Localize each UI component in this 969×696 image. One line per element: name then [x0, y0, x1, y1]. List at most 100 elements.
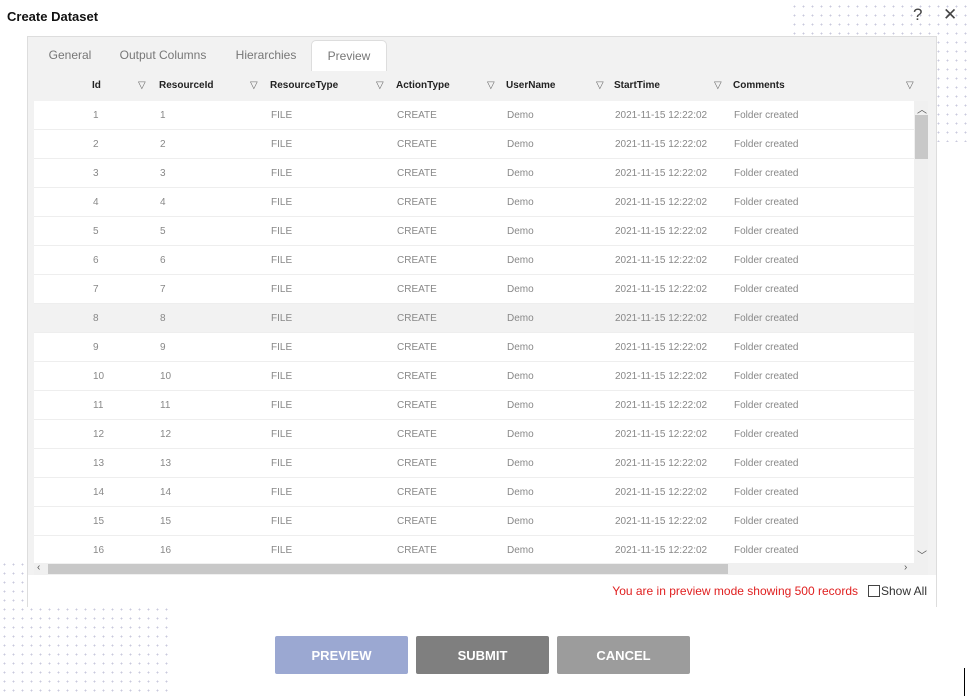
cursor-line: [964, 668, 965, 696]
filter-icon[interactable]: ▽: [596, 80, 604, 91]
table-row[interactable]: 14 14 FILE CREATE Demo 2021-11-15 12:22:02 Fol…: [34, 478, 914, 507]
cell-resourcetype: FILE: [271, 255, 293, 266]
table-row[interactable]: 2 2 FILE CREATE Demo 2021-11-15 12:22:02 Folde…: [34, 130, 914, 159]
filter-icon[interactable]: ▽: [906, 80, 914, 91]
cell-username: Demo: [507, 429, 534, 440]
cell-actiontype: CREATE: [397, 458, 437, 469]
table-row[interactable]: 10 10 FILE CREATE Demo 2021-11-15 12:22:02 Fol…: [34, 362, 914, 391]
show-all-checkbox[interactable]: [868, 585, 880, 597]
scroll-left-icon[interactable]: ‹: [37, 562, 40, 573]
cell-id: 11: [93, 400, 104, 411]
cell-username: Demo: [507, 342, 534, 353]
cell-resourcetype: FILE: [271, 487, 293, 498]
table-row[interactable]: 12 12 FILE CREATE Demo 2021-11-15 12:22:02 Fol…: [34, 420, 914, 449]
column-header-resourceid[interactable]: ResourceId: [159, 80, 213, 91]
filter-icon[interactable]: ▽: [487, 80, 495, 91]
cell-id: 5: [93, 226, 99, 237]
cell-comments: Folder created: [734, 516, 799, 527]
column-header-username[interactable]: UserName: [506, 80, 555, 91]
scroll-right-icon[interactable]: ›: [904, 562, 907, 573]
cell-id: 3: [93, 168, 99, 179]
cell-actiontype: CREATE: [397, 168, 437, 179]
filter-icon[interactable]: ▽: [714, 80, 722, 91]
grid-header: Id ▽ ResourceId ▽ ResourceType ▽ ActionType ▽ Us…: [34, 71, 928, 101]
table-row[interactable]: 16 16 FILE CREATE Demo 2021-11-15 12:22:02 Fol…: [34, 536, 914, 565]
show-all-label[interactable]: Show All: [881, 584, 927, 598]
cell-resourceid: 8: [160, 313, 166, 324]
cell-comments: Folder created: [734, 255, 799, 266]
cell-actiontype: CREATE: [397, 110, 437, 121]
cell-resourcetype: FILE: [271, 110, 293, 121]
submit-button[interactable]: SUBMIT: [416, 636, 549, 674]
cell-id: 14: [93, 487, 105, 498]
scroll-down-icon[interactable]: ﹀: [917, 547, 927, 562]
tab-preview[interactable]: Preview: [311, 40, 387, 72]
column-header-resourcetype[interactable]: ResourceType: [270, 80, 338, 91]
cell-actiontype: CREATE: [397, 313, 437, 324]
cell-actiontype: CREATE: [397, 139, 437, 150]
vertical-scroll-thumb[interactable]: [915, 115, 928, 159]
tab-output-columns[interactable]: Output Columns: [118, 40, 208, 72]
cell-starttime: 2021-11-15 12:22:02: [615, 313, 708, 324]
cell-id: 4: [93, 197, 99, 208]
cell-comments: Folder created: [734, 110, 799, 121]
table-row[interactable]: 7 7 FILE CREATE Demo 2021-11-15 12:22:02 Folde…: [34, 275, 914, 304]
tab-hierarchies[interactable]: Hierarchies: [228, 40, 304, 72]
table-row[interactable]: 15 15 FILE CREATE Demo 2021-11-15 12:22:02 Fol…: [34, 507, 914, 536]
filter-icon[interactable]: ▽: [376, 80, 384, 91]
cell-comments: Folder created: [734, 197, 799, 208]
filter-icon[interactable]: ▽: [138, 80, 146, 91]
cell-resourcetype: FILE: [271, 371, 293, 382]
table-row[interactable]: 9 9 FILE CREATE Demo 2021-11-15 12:22:02 Folde…: [34, 333, 914, 362]
cell-starttime: 2021-11-15 12:22:02: [615, 371, 708, 382]
cell-actiontype: CREATE: [397, 429, 437, 440]
cell-id: 10: [93, 371, 105, 382]
column-header-actiontype[interactable]: ActionType: [396, 80, 450, 91]
table-row[interactable]: 4 4 FILE CREATE Demo 2021-11-15 12:22:02 Folde…: [34, 188, 914, 217]
column-header-id[interactable]: Id: [92, 80, 101, 91]
cell-resourcetype: FILE: [271, 400, 293, 411]
cell-resourcetype: FILE: [271, 168, 293, 179]
horizontal-scroll-thumb[interactable]: [48, 564, 728, 574]
cell-actiontype: CREATE: [397, 226, 437, 237]
table-row[interactable]: 5 5 FILE CREATE Demo 2021-11-15 12:22:02 Folde…: [34, 217, 914, 246]
table-row[interactable]: 8 8 FILE CREATE Demo 2021-11-15 12:22:02 Folde…: [34, 304, 914, 333]
cell-id: 7: [93, 284, 99, 295]
column-header-starttime[interactable]: StartTime: [614, 80, 660, 91]
cell-resourcetype: FILE: [271, 313, 293, 324]
table-row[interactable]: 11 11 FILE CREATE Demo 2021-11-15 12:22:02 Fol…: [34, 391, 914, 420]
cell-resourceid: 13: [160, 458, 172, 469]
cell-username: Demo: [507, 487, 534, 498]
cell-username: Demo: [507, 458, 534, 469]
cell-resourceid: 16: [160, 545, 172, 556]
filter-icon[interactable]: ▽: [250, 80, 258, 91]
cell-resourcetype: FILE: [271, 516, 293, 527]
cell-actiontype: CREATE: [397, 371, 437, 382]
close-icon[interactable]: ✕: [943, 5, 957, 25]
tab-general[interactable]: General: [38, 40, 102, 72]
cell-resourceid: 5: [160, 226, 166, 237]
column-header-comments[interactable]: Comments: [733, 80, 785, 91]
table-row[interactable]: 6 6 FILE CREATE Demo 2021-11-15 12:22:02 Folde…: [34, 246, 914, 275]
scroll-up-icon[interactable]: ︿: [917, 101, 927, 116]
cell-comments: Folder created: [734, 168, 799, 179]
cell-comments: Folder created: [734, 342, 799, 353]
cell-comments: Folder created: [734, 139, 799, 150]
table-row[interactable]: 3 3 FILE CREATE Demo 2021-11-15 12:22:02 Folde…: [34, 159, 914, 188]
cell-actiontype: CREATE: [397, 545, 437, 556]
question-icon[interactable]: ?: [913, 5, 922, 25]
table-row[interactable]: 13 13 FILE CREATE Demo 2021-11-15 12:22:02 Fol…: [34, 449, 914, 478]
cell-starttime: 2021-11-15 12:22:02: [615, 516, 708, 527]
preview-button[interactable]: PREVIEW: [275, 636, 408, 674]
table-row[interactable]: 1 1 FILE CREATE Demo 2021-11-15 12:22:02 Folde…: [34, 101, 914, 130]
cell-username: Demo: [507, 400, 534, 411]
cell-starttime: 2021-11-15 12:22:02: [615, 197, 708, 208]
cell-actiontype: CREATE: [397, 400, 437, 411]
cell-id: 16: [93, 545, 105, 556]
cancel-button[interactable]: CANCEL: [557, 636, 690, 674]
cell-username: Demo: [507, 197, 534, 208]
horizontal-scrollbar[interactable]: ‹ ›: [34, 562, 928, 575]
vertical-scrollbar[interactable]: ︿ ﹀: [914, 101, 928, 563]
cell-starttime: 2021-11-15 12:22:02: [615, 168, 708, 179]
cell-username: Demo: [507, 516, 534, 527]
